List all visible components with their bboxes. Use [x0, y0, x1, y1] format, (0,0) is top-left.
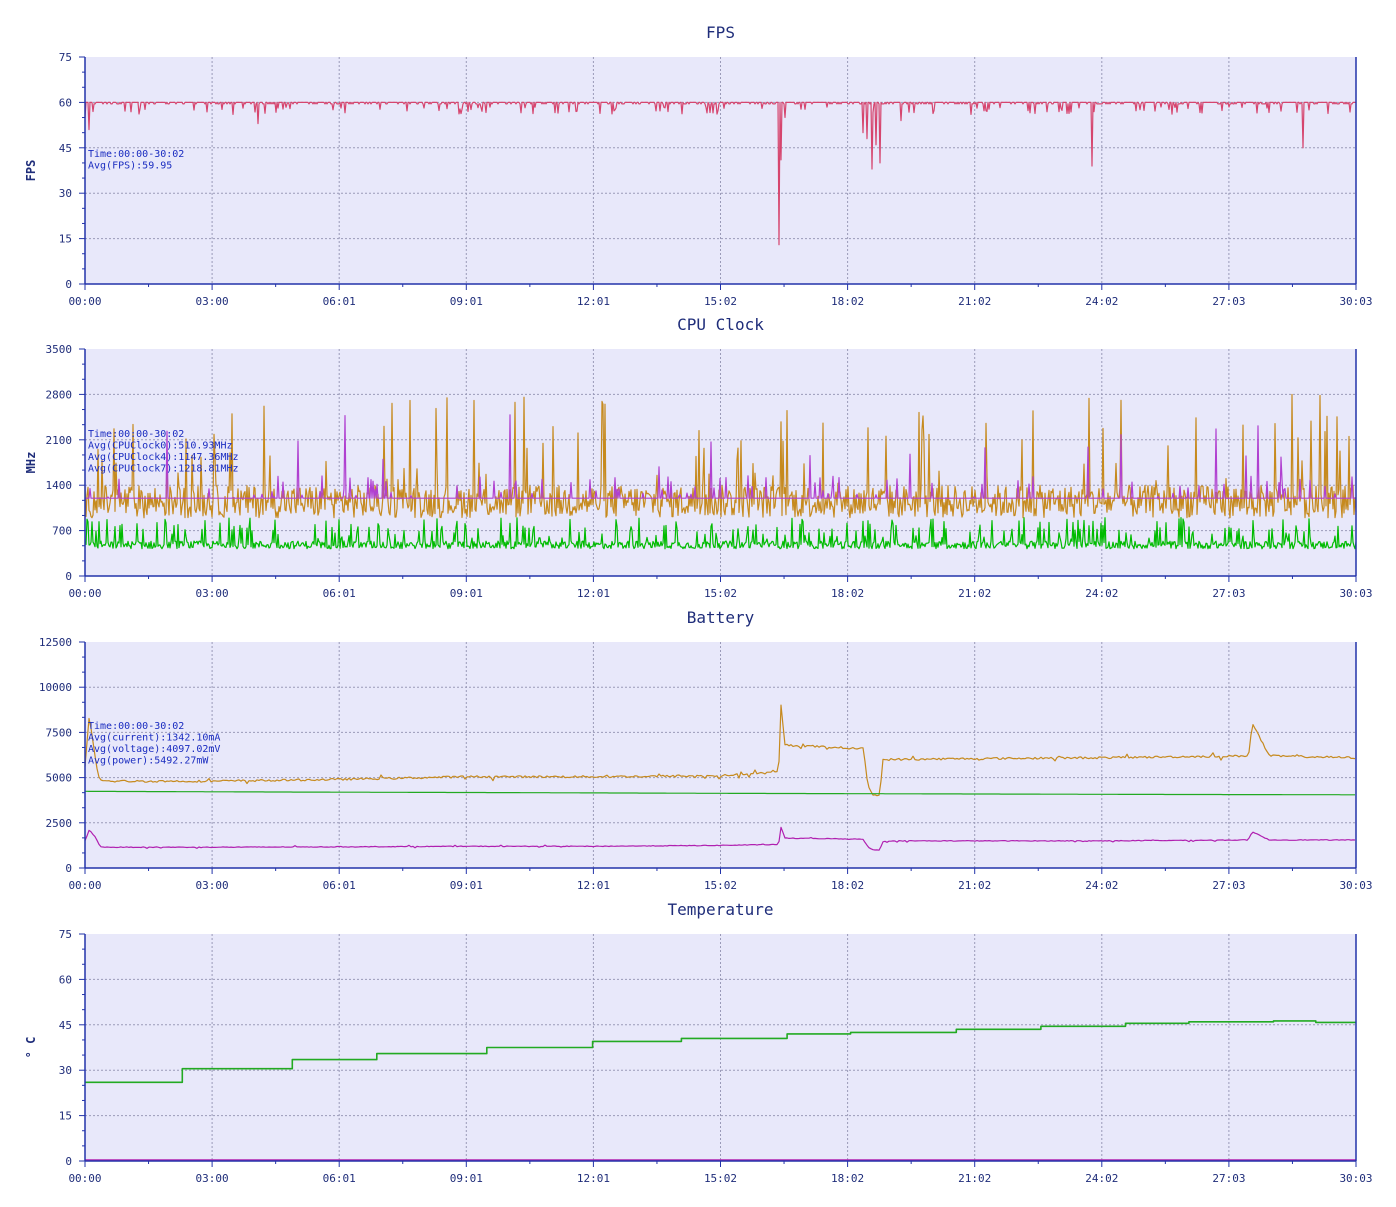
y-tick-label: 0 — [65, 278, 72, 291]
y-tick-label: 2500 — [46, 817, 73, 830]
y-tick-label: 1400 — [46, 479, 73, 492]
chart-panel-0: FPS FPS 0 15 30 45 60 75 00:00 03:00 06:01 09:01 12:… — [24, 23, 1373, 308]
x-tick-label: 09:01 — [450, 879, 483, 892]
y-tick-label: 60 — [59, 973, 72, 986]
x-tick-label: 06:01 — [323, 879, 356, 892]
y-tick-label: 2800 — [46, 388, 73, 401]
x-tick-label: 18:02 — [831, 587, 864, 600]
annotation-text: Avg(FPS):59.95 — [88, 161, 172, 172]
y-axis-label: FPS — [24, 160, 38, 182]
y-tick-label: 45 — [59, 1019, 72, 1032]
y-tick-label: 30 — [59, 1064, 72, 1077]
x-tick-label: 15:02 — [704, 879, 737, 892]
y-tick-label: 0 — [65, 862, 72, 875]
y-tick-label: 3500 — [46, 343, 73, 356]
x-tick-label: 12:01 — [577, 295, 610, 308]
x-tick-label: 03:00 — [196, 587, 229, 600]
x-tick-label: 00:00 — [68, 879, 101, 892]
x-tick-label: 27:03 — [1212, 295, 1245, 308]
x-tick-label: 00:00 — [68, 1172, 101, 1185]
x-tick-label: 21:02 — [958, 1172, 991, 1185]
y-tick-label: 0 — [65, 1155, 72, 1168]
chart-title: FPS — [706, 23, 735, 42]
chart-panel-1: CPU Clock MHz 0 700 1400 2100 2800 3500 00:00 03:… — [24, 315, 1373, 600]
x-tick-label: 24:02 — [1085, 295, 1118, 308]
x-tick-label: 12:01 — [577, 879, 610, 892]
y-axis-label: MHz — [24, 452, 38, 474]
y-tick-label: 5000 — [46, 772, 73, 785]
charts-canvas: FPS FPS 0 15 30 45 60 75 00:00 03:00 06:01 09:01 12:… — [24, 23, 1373, 1185]
y-tick-label: 30 — [59, 187, 72, 200]
chart-title: Temperature — [668, 900, 774, 919]
x-tick-label: 21:02 — [958, 879, 991, 892]
annotation-text: Time:00:00-30:02 — [88, 429, 184, 440]
x-tick-label: 18:02 — [831, 295, 864, 308]
annotation-text: Avg(CPUClock4):1147.36MHz — [88, 452, 239, 463]
chart-panel-3: Temperature ° C 0 15 30 45 60 75 00:00 03:00 06:01… — [24, 900, 1373, 1185]
annotation-text: Avg(power):5492.27mW — [88, 756, 209, 767]
x-tick-label: 18:02 — [831, 879, 864, 892]
y-axis-label: ° C — [24, 1037, 38, 1059]
y-tick-label: 700 — [52, 525, 72, 538]
y-tick-label: 7500 — [46, 726, 73, 739]
x-tick-label: 30:03 — [1339, 879, 1372, 892]
chart-title: CPU Clock — [677, 315, 764, 334]
y-tick-label: 12500 — [39, 636, 72, 649]
annotation-text: Avg(voltage):4097.02mV — [88, 744, 220, 755]
x-tick-label: 09:01 — [450, 1172, 483, 1185]
x-tick-label: 09:01 — [450, 587, 483, 600]
y-tick-label: 15 — [59, 233, 72, 246]
x-tick-label: 12:01 — [577, 1172, 610, 1185]
x-tick-label: 18:02 — [831, 1172, 864, 1185]
x-tick-label: 06:01 — [323, 1172, 356, 1185]
x-tick-label: 06:01 — [323, 295, 356, 308]
annotation-text: Avg(CPUClock7):1218.81MHz — [88, 464, 239, 475]
x-tick-label: 03:00 — [196, 295, 229, 308]
y-tick-label: 0 — [65, 570, 72, 583]
x-tick-label: 15:02 — [704, 587, 737, 600]
x-tick-label: 03:00 — [196, 879, 229, 892]
x-tick-label: 27:03 — [1212, 879, 1245, 892]
x-tick-label: 27:03 — [1212, 587, 1245, 600]
x-tick-label: 09:01 — [450, 295, 483, 308]
y-tick-label: 2100 — [46, 434, 73, 447]
x-tick-label: 00:00 — [68, 587, 101, 600]
x-tick-label: 03:00 — [196, 1172, 229, 1185]
x-tick-label: 30:03 — [1339, 587, 1372, 600]
x-tick-label: 06:01 — [323, 587, 356, 600]
annotation-text: Time:00:00-30:02 — [88, 149, 184, 160]
y-tick-label: 45 — [59, 142, 72, 155]
x-tick-label: 00:00 — [68, 295, 101, 308]
x-tick-label: 24:02 — [1085, 1172, 1118, 1185]
x-tick-label: 15:02 — [704, 295, 737, 308]
x-tick-label: 12:01 — [577, 587, 610, 600]
y-tick-label: 15 — [59, 1110, 72, 1123]
y-tick-label: 10000 — [39, 681, 72, 694]
x-tick-label: 24:02 — [1085, 587, 1118, 600]
chart-panel-2: Battery 0 2500 5000 7500 10000 12500 00:00 03:00… — [39, 608, 1373, 892]
x-tick-label: 21:02 — [958, 295, 991, 308]
x-tick-label: 30:03 — [1339, 1172, 1372, 1185]
chart-title: Battery — [687, 608, 755, 627]
x-tick-label: 30:03 — [1339, 295, 1372, 308]
annotation-text: Time:00:00-30:02 — [88, 721, 184, 732]
x-tick-label: 15:02 — [704, 1172, 737, 1185]
y-tick-label: 75 — [59, 51, 72, 64]
y-tick-label: 75 — [59, 928, 72, 941]
annotation-text: Avg(CPUClock0):510.93MHz — [88, 441, 233, 452]
y-tick-label: 60 — [59, 96, 72, 109]
x-tick-label: 24:02 — [1085, 879, 1118, 892]
x-tick-label: 21:02 — [958, 587, 991, 600]
x-tick-label: 27:03 — [1212, 1172, 1245, 1185]
annotation-text: Avg(current):1342.10mA — [88, 733, 220, 744]
